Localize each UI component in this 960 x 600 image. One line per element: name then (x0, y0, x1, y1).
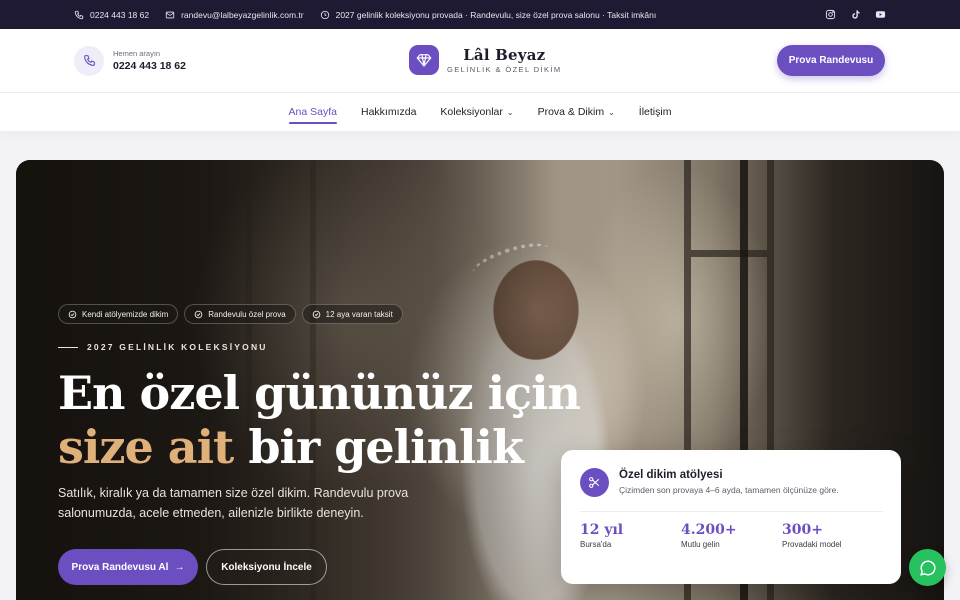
nav-item-label: Prova & Dikim (537, 106, 605, 118)
mail-icon (165, 11, 175, 18)
atelier-card-title: Özel dikim atölyesi (619, 469, 723, 481)
main-nav: Ana Sayfa Hakkımızda Koleksiyonlar ⌄ Pro… (0, 93, 960, 131)
brand-name: Lâl Beyaz (463, 46, 546, 64)
hero-badge: 12 aya varan taksit (301, 304, 403, 324)
stat-label: Provadaki model (782, 540, 842, 549)
topbar-announcement-text: 2027 gelinlik koleksiyonu provada · Rand… (335, 9, 657, 20)
call-block[interactable]: Hemen arayın 0224 443 18 62 (74, 45, 186, 76)
chevron-down-icon: ⌄ (608, 107, 615, 117)
tiktok-icon[interactable] (850, 9, 861, 20)
nav-item-home[interactable]: Ana Sayfa (288, 93, 338, 131)
scissors-icon (580, 468, 609, 497)
brand-tagline: GELİNLİK & ÖZEL DİKİM (447, 65, 562, 74)
hero-collection-button[interactable]: Koleksiyonu İncele (206, 549, 327, 585)
hero-badge: Kendi atölyemizde dikim (58, 304, 179, 324)
nav-item-label: Koleksiyonlar (440, 106, 503, 118)
top-bar: 0224 443 18 62 randevu@lalbeyazgelinlik.… (0, 0, 960, 29)
nav-item-contact[interactable]: İletişim (639, 93, 672, 131)
stat-label: Mutlu gelin (681, 540, 720, 549)
hero-badge-label: Kendi atölyemizde dikim (82, 309, 169, 319)
call-label: Hemen arayın (113, 49, 161, 58)
stat-value: 4.200+ (681, 522, 737, 538)
whatsapp-chat-button[interactable] (909, 549, 946, 586)
stat-item: 12 yıl Bursa'da (580, 522, 681, 549)
hero-appointment-label: Prova Randevusu Al (71, 561, 169, 573)
hero-headline-highlight: size ait (58, 420, 234, 474)
social-links (825, 9, 886, 20)
check-circle-icon (312, 310, 320, 318)
stat-value: 300+ (782, 522, 823, 538)
hero-badge-label: 12 aya varan taksit (325, 309, 393, 319)
atelier-card: Özel dikim atölyesi Çizimden son provaya… (561, 450, 901, 584)
call-number: 0224 443 18 62 (113, 60, 186, 72)
check-circle-icon (68, 310, 77, 318)
clock-icon (320, 10, 329, 19)
phone-icon (74, 45, 104, 76)
hero-headline: En özel gününüz için size ait bir gelinl… (58, 366, 581, 474)
nav-item-fitting[interactable]: Prova & Dikim ⌄ (538, 93, 615, 131)
stat-label: Bursa'da (580, 540, 612, 549)
nav-item-about[interactable]: Hakkımızda (361, 93, 416, 131)
youtube-icon[interactable] (875, 9, 886, 20)
hero-lead: Satılık, kiralık ya da tamamen size özel… (58, 486, 409, 520)
hero-badge: Randevulu özel prova (184, 304, 296, 324)
diamond-icon (409, 45, 439, 75)
instagram-icon[interactable] (825, 9, 836, 20)
check-circle-icon (194, 310, 203, 318)
hero-badges: Kendi atölyemizde dikim Randevulu özel p… (58, 304, 403, 324)
eyebrow-line (58, 346, 78, 348)
atelier-card-description: Çizimden son provaya 4–6 ayda, tamamen ö… (619, 485, 839, 495)
nav-item-collections[interactable]: Koleksiyonlar ⌄ (440, 93, 513, 131)
chat-bubble-icon (919, 559, 936, 576)
topbar-email[interactable]: randevu@lalbeyazgelinlik.com.tr (165, 10, 304, 20)
chevron-down-icon: ⌄ (506, 107, 514, 117)
hero-appointment-button[interactable]: Prova Randevusu Al → (58, 549, 198, 585)
hero-eyebrow: 2027 GELİNLİK KOLEKSİYONU (58, 342, 268, 352)
hero-headline-rest: bir gelinlik (248, 420, 524, 474)
arrow-right-icon: → (174, 561, 185, 573)
stat-value: 12 yıl (580, 522, 624, 538)
stat-item: 300+ Provadaki model (782, 522, 883, 549)
divider (580, 511, 883, 512)
topbar-email-text: randevu@lalbeyazgelinlik.com.tr (181, 9, 304, 20)
hero-badge-label: Randevulu özel prova (208, 309, 286, 319)
header-appointment-button[interactable]: Prova Randevusu (777, 45, 885, 76)
topbar-phone-text: 0224 443 18 62 (90, 9, 150, 20)
phone-icon (74, 10, 84, 19)
site-header: Hemen arayın 0224 443 18 62 Lâl Beyaz GE… (0, 29, 960, 93)
nav-item-label: Ana Sayfa (288, 106, 337, 118)
stat-item: 4.200+ Mutlu gelin (681, 522, 782, 549)
stats-row: 12 yıl Bursa'da 4.200+ Mutlu gelin 300+ … (580, 522, 883, 549)
nav-item-label: İletişim (638, 106, 672, 118)
hero-eyebrow-text: 2027 GELİNLİK KOLEKSİYONU (87, 342, 268, 352)
topbar-announcement: 2027 gelinlik koleksiyonu provada · Rand… (320, 9, 657, 20)
topbar-phone[interactable]: 0224 443 18 62 (74, 10, 149, 20)
brand-logo[interactable]: Lâl Beyaz GELİNLİK & ÖZEL DİKİM (409, 45, 562, 75)
hero-headline-line1: En özel gününüz için (58, 366, 581, 420)
nav-item-label: Hakkımızda (360, 106, 417, 118)
